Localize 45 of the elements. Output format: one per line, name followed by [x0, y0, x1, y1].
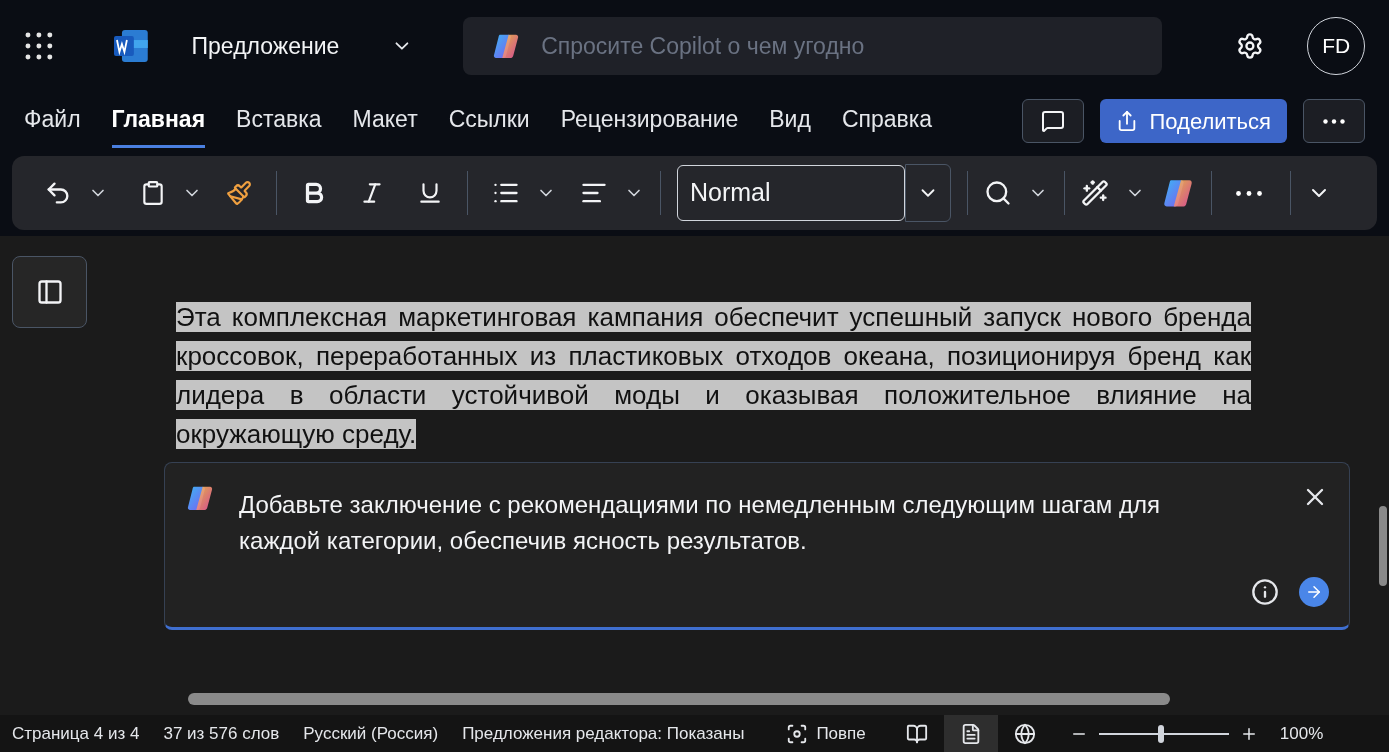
ribbon-tab[interactable]: Рецензирование — [560, 94, 739, 148]
app-launcher-icon[interactable] — [24, 31, 54, 61]
zoom-percentage[interactable]: 100% — [1279, 720, 1324, 747]
ribbon-tab[interactable]: Ссылки — [448, 94, 530, 148]
format-painter-icon[interactable] — [226, 180, 252, 206]
prompt-field[interactable]: Добавьте заключение с рекомендациями по немедленным следующим шагам для каждой категории, обеспечив ясность результатов. — [239, 483, 1227, 607]
side-panel-icon — [35, 278, 64, 306]
comment-icon — [1040, 109, 1065, 133]
ribbon-tab[interactable]: Главная — [111, 94, 206, 148]
ribbon-tab[interactable]: Файл — [24, 94, 81, 148]
copilot-search-input[interactable]: Спросите Copilot о чем угодно — [541, 28, 1134, 64]
status-text[interactable]: Предложения редактора: Показаны — [462, 720, 745, 747]
clipboard-icon[interactable] — [140, 180, 166, 206]
focus-icon — [786, 722, 809, 745]
ribbon-tab[interactable]: Справка — [841, 94, 933, 148]
more-options-button[interactable] — [1303, 99, 1365, 143]
ribbon-tab[interactable]: Вид — [769, 94, 811, 148]
more-icon[interactable] — [1236, 190, 1262, 196]
document-title[interactable]: Предложение — [191, 28, 340, 64]
word-logo-icon — [111, 28, 150, 64]
arrow-right-icon — [1305, 583, 1323, 601]
underline-icon[interactable] — [417, 180, 443, 206]
horizontal-scrollbar[interactable] — [188, 693, 1170, 705]
search-icon[interactable] — [984, 179, 1012, 207]
status-text[interactable]: Русский (Россия) — [303, 720, 439, 747]
read-view-icon — [905, 722, 928, 745]
status-text[interactable]: 37 из 576 слов — [163, 720, 280, 747]
ribbon-tab[interactable]: Макет — [352, 94, 418, 148]
document-paragraph: Эта комплексная маркетинговая кампания обеспечит успешный запуск нового бренда кроссовок, переработанных из пластиковых отходов океана, позиционируя бренд как лидера в области устойчивой моды и оказывая положительное влияние на окружающую среду. — [176, 301, 1251, 451]
web-view-icon — [1013, 722, 1036, 745]
status-text[interactable]: Страница 4 из 4 — [12, 720, 140, 747]
navigation-pane-button[interactable] — [12, 256, 87, 328]
print-view-button[interactable] — [943, 715, 998, 752]
settings-icon[interactable] — [1235, 32, 1264, 60]
send-button[interactable] — [1299, 577, 1329, 607]
comment-button[interactable] — [1021, 99, 1084, 143]
more-icon — [1323, 118, 1345, 124]
vertical-scrollbar[interactable] — [1379, 506, 1387, 586]
ribbon-tab[interactable]: Вставка — [236, 94, 322, 148]
zoom-slider-thumb[interactable] — [1158, 724, 1165, 743]
style-field[interactable]: Normal — [677, 165, 905, 221]
focus-button[interactable]: Повпе — [786, 720, 866, 747]
copilot-search-field[interactable]: Спросите Copilot о чем угодно — [463, 17, 1162, 75]
info-icon[interactable] — [1251, 578, 1279, 606]
share-button[interactable]: Поделиться — [1099, 99, 1287, 143]
